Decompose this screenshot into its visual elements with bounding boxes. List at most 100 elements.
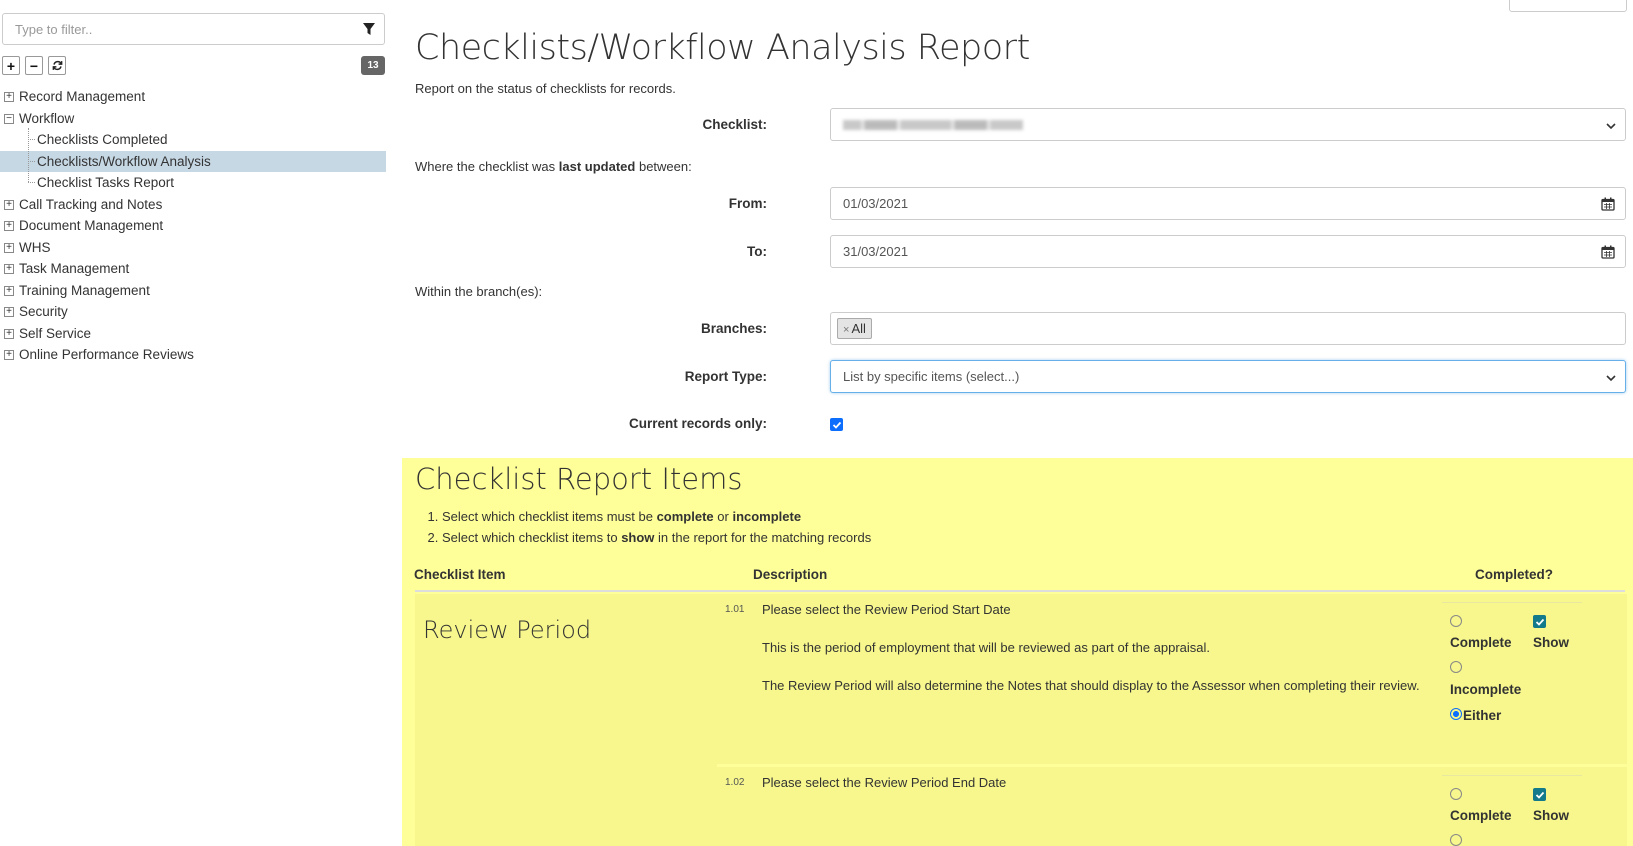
tree-item-label: Checklists/Workflow Analysis <box>37 153 211 169</box>
filter-input[interactable] <box>3 14 343 44</box>
checklist-label: Checklist: <box>702 117 767 132</box>
from-date-input[interactable]: 01/03/2021 <box>830 187 1626 220</box>
collapse-icon[interactable]: − <box>4 113 14 124</box>
top-right-button[interactable] <box>1509 0 1627 12</box>
tree-item-online-performance-reviews[interactable]: + Online Performance Reviews <box>0 344 386 366</box>
checklist-row: Checklist: <box>400 108 1633 142</box>
expand-icon[interactable]: + <box>4 285 14 296</box>
check-icon <box>1535 791 1544 799</box>
either-label: Either <box>1463 708 1502 723</box>
complete-radio[interactable] <box>1450 615 1462 627</box>
branches-label: Branches: <box>700 321 767 336</box>
table-header: Checklist Item Description Completed? <box>414 558 1625 592</box>
table-row: 1.02 Please select the Review Period End… <box>717 767 1627 846</box>
item-line: This is the period of employment that wi… <box>762 640 1211 655</box>
expand-icon[interactable]: + <box>4 92 14 102</box>
expand-icon[interactable]: + <box>4 350 14 360</box>
incomplete-radio[interactable] <box>1450 661 1462 673</box>
tree-item-label: Document Management <box>19 218 164 233</box>
expand-all-button[interactable]: + <box>2 56 20 75</box>
from-date-value: 01/03/2021 <box>843 196 909 211</box>
either-radio[interactable] <box>1450 708 1462 720</box>
tree-item-workflow[interactable]: − Workflow <box>0 108 386 130</box>
report-type-row: Report Type: List by specific items (sel… <box>400 360 1633 394</box>
report-type-label: Report Type: <box>684 369 767 384</box>
expand-icon[interactable]: + <box>4 199 14 210</box>
tree-item-training-management[interactable]: + Training Management <box>0 280 386 302</box>
item-line: The Review Period will also determine th… <box>762 678 1420 693</box>
filter-box[interactable] <box>2 13 385 45</box>
tree-item-security[interactable]: + Security <box>0 301 386 323</box>
calendar-icon[interactable] <box>1601 197 1615 211</box>
tree-item-label: Self Service <box>19 325 92 341</box>
tree-item-checklists-workflow-analysis[interactable]: Checklists/Workflow Analysis <box>0 150 386 172</box>
expand-icon[interactable]: + <box>4 328 14 339</box>
current-records-label: Current records only: <box>628 416 767 431</box>
item-description: Please select the Review Period End Date <box>762 774 1462 812</box>
show-label: Show <box>1533 808 1569 823</box>
tree-item-self-service[interactable]: + Self Service <box>0 323 386 345</box>
report-type-select[interactable]: List by specific items (select...) <box>830 360 1626 393</box>
incomplete-label: Incomplete <box>1450 682 1522 697</box>
page-subtitle: Report on the status of checklists for r… <box>415 81 676 96</box>
col-description: Description <box>753 567 828 582</box>
report-steps: Select which checklist items must be com… <box>424 506 871 548</box>
to-label: To: <box>747 244 767 259</box>
collapse-all-button[interactable]: − <box>25 56 43 75</box>
remove-tag-icon[interactable]: × <box>843 324 849 336</box>
tree-item-task-management[interactable]: + Task Management <box>0 258 386 280</box>
step-1: Select which checklist items must be com… <box>442 506 871 527</box>
tree-toolbar: + − 13 <box>2 56 385 76</box>
expand-icon[interactable]: + <box>4 307 14 317</box>
expand-icon[interactable]: + <box>4 221 14 231</box>
tree-item-checklists-completed[interactable]: Checklists Completed <box>0 129 386 151</box>
expand-icon[interactable]: + <box>4 242 14 253</box>
item-title: Please select the Review Period Start Da… <box>762 602 1011 617</box>
complete-label: Complete <box>1450 635 1512 650</box>
tree-item-label: Record Management <box>19 89 146 104</box>
branches-multiselect[interactable]: × All <box>830 312 1626 345</box>
calendar-icon[interactable] <box>1601 245 1615 259</box>
tree-item-label: Checklists Completed <box>37 132 168 147</box>
tree-item-label: Checklist Tasks Report <box>37 175 175 190</box>
show-checkbox[interactable] <box>1533 615 1546 628</box>
sidebar: + − 13 + Record Management − Workflow Ch… <box>0 0 390 846</box>
last-updated-text: Where the checklist was last updated bet… <box>415 159 692 174</box>
show-label: Show <box>1533 635 1569 650</box>
refresh-button[interactable] <box>48 56 66 75</box>
checklist-select[interactable] <box>830 108 1626 141</box>
tree-item-label: WHS <box>19 239 51 255</box>
completed-options: Complete Show <box>1442 775 1582 846</box>
redacted-checklist-value <box>843 120 1023 130</box>
item-number: 1.01 <box>725 604 745 615</box>
refresh-icon <box>52 60 62 71</box>
filter-icon[interactable] <box>362 22 376 36</box>
from-row: From: 01/03/2021 <box>400 187 1633 221</box>
item-title: Please select the Review Period End Date <box>762 775 1007 790</box>
from-label: From: <box>728 196 767 211</box>
report-type-value: List by specific items (select...) <box>843 369 1020 384</box>
tree-item-record-management[interactable]: + Record Management <box>0 86 386 108</box>
count-badge: 13 <box>361 56 385 75</box>
tree-item-call-tracking[interactable]: + Call Tracking and Notes <box>0 194 386 216</box>
complete-radio[interactable] <box>1450 788 1462 800</box>
show-checkbox[interactable] <box>1533 788 1546 801</box>
chevron-down-icon <box>1606 123 1616 130</box>
branches-intro: Within the branch(es): <box>415 284 543 299</box>
report-items-title: Checklist Report Items <box>415 462 743 496</box>
checklist-report-items: Checklist Report Items Select which chec… <box>402 458 1633 846</box>
current-records-checkbox[interactable] <box>830 418 843 431</box>
to-date-input[interactable]: 31/03/2021 <box>830 235 1626 268</box>
item-description: Please select the Review Period Start Da… <box>762 601 1462 715</box>
check-icon <box>832 421 841 429</box>
tree-item-label: Security <box>19 304 68 319</box>
col-checklist-item: Checklist Item <box>414 567 506 582</box>
tree-item-document-management[interactable]: + Document Management <box>0 215 386 237</box>
expand-icon[interactable]: + <box>4 264 14 274</box>
tree-item-whs[interactable]: + WHS <box>0 237 386 259</box>
tree-item-checklist-tasks-report[interactable]: Checklist Tasks Report <box>0 172 386 194</box>
col-completed: Completed? <box>1475 567 1554 582</box>
tree-item-label: Training Management <box>19 282 150 298</box>
tree-item-label: Online Performance Reviews <box>19 347 194 362</box>
incomplete-radio[interactable] <box>1450 834 1462 846</box>
